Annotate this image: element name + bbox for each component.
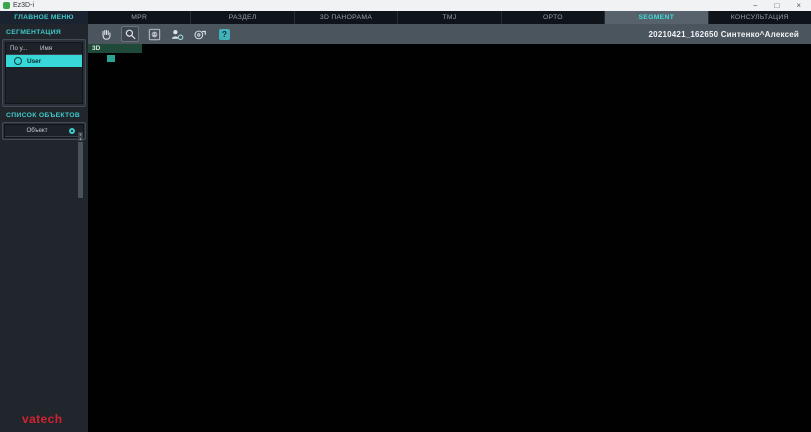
menu-tab-label: РАЗДЕЛ [229, 14, 257, 21]
segmentation-panel: По у... Имя User [2, 39, 86, 107]
patient-label: 20210421_162650 Синтенко^Алексей [649, 30, 799, 39]
segmentation-table-empty [6, 67, 82, 103]
window-controls: − □ × [753, 1, 801, 11]
menu-tab[interactable]: TMJ [397, 11, 500, 24]
object-list-scrollbar[interactable]: ▲ ▼ [78, 136, 83, 137]
export-disc-icon[interactable] [192, 27, 208, 41]
visibility-eye-icon[interactable] [69, 128, 75, 134]
object-list-header: Объект [5, 125, 83, 137]
menu-tab-label: 3D ПАНОРАМА [320, 14, 372, 21]
menu-tab[interactable]: КОНСУЛЬТАЦИЯ [708, 11, 811, 24]
segmentation-name: User [27, 58, 41, 65]
app-title: Ez3D-i [13, 2, 34, 9]
menu-tab[interactable]: 3D ПАНОРАМА [294, 11, 397, 24]
menu-tab-label: ОРТО [543, 14, 563, 21]
menu-tab[interactable]: SEGMENT [604, 11, 707, 24]
menu-tab[interactable]: MPR [88, 11, 190, 24]
segmentation-row-user[interactable]: User [6, 55, 82, 67]
object-list: Объект ▲ ▼ [4, 124, 84, 138]
viewport-mode-label: 3D [88, 44, 142, 53]
scroll-down-icon[interactable]: ▼ [78, 132, 83, 137]
teeth-3d-render[interactable] [88, 44, 811, 432]
capture-person-icon[interactable] [169, 27, 185, 41]
help-icon[interactable]: ? [219, 29, 230, 40]
close-button[interactable]: × [796, 1, 801, 11]
app-icon [3, 2, 10, 9]
application-window: Ez3D-i − □ × ГЛАВНОЕ МЕНЮ MPR РАЗДЕЛ 3D ПА… [0, 0, 811, 432]
menu-tab-label: КОНСУЛЬТАЦИЯ [731, 14, 789, 21]
vatech-logo: vatech [22, 412, 62, 426]
viewport-3d[interactable]: 3D [88, 44, 811, 432]
title-bar: Ez3D-i − □ × [0, 0, 811, 11]
render-face-icon[interactable] [146, 27, 162, 41]
segmentation-section-title: СЕГМЕНТАЦИЯ [6, 29, 88, 36]
column-default: По у... [6, 45, 40, 52]
maximize-button[interactable]: □ [774, 1, 779, 11]
object-list-section-title: СПИСОК ОБЪЕКТОВ [6, 112, 88, 119]
viewport-active-indicator [107, 55, 115, 62]
minimize-button[interactable]: − [753, 1, 758, 11]
toolbar: ? 20210421_162650 Синтенко^Алексей [88, 24, 811, 44]
menu-tab-label: SEGMENT [638, 14, 674, 21]
menu-tab-label: MPR [131, 14, 147, 21]
menu-tab[interactable]: РАЗДЕЛ [190, 11, 293, 24]
menu-tab[interactable]: ОРТО [501, 11, 604, 24]
menu-bar: ГЛАВНОЕ МЕНЮ MPR РАЗДЕЛ 3D ПАНОРАМА TMJ [0, 11, 811, 24]
segmentation-table-header: По у... Имя [6, 43, 82, 55]
column-name: Имя [40, 45, 52, 52]
main-menu-button[interactable]: ГЛАВНОЕ МЕНЮ [0, 11, 88, 24]
menu-tab-label: TMJ [442, 14, 456, 21]
scroll-thumb[interactable] [78, 142, 83, 198]
column-object: Объект [5, 127, 69, 134]
pan-hand-icon[interactable] [98, 27, 114, 41]
left-sidebar: СЕГМЕНТАЦИЯ По у... Имя User [0, 24, 88, 432]
default-radio-icon[interactable] [14, 57, 22, 65]
object-list-panel: Объект ▲ ▼ [2, 122, 86, 140]
segmentation-table: По у... Имя User [5, 42, 83, 104]
zoom-icon[interactable] [121, 26, 139, 42]
tab-strip: MPR РАЗДЕЛ 3D ПАНОРАМА TMJ ОРТО [88, 11, 811, 24]
